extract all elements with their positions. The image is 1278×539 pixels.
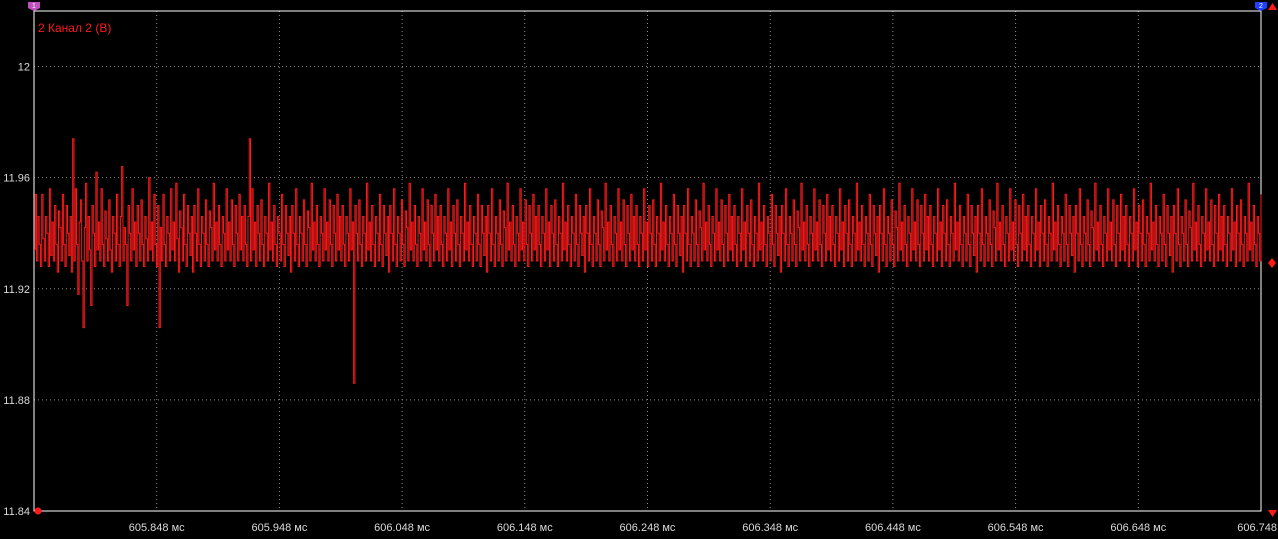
y-tick-label: 11.92: [3, 284, 30, 296]
x-tick-label: 606.248 мс: [620, 522, 676, 534]
y-tick-label: 11.84: [3, 506, 30, 518]
x-tick-label: 606.648 мс: [1110, 522, 1166, 534]
oscilloscope-chart: 11.8411.8811.9211.9612 605.848 мс 605.948…: [0, 0, 1278, 539]
x-tick-label: 606.548 мс: [988, 522, 1044, 534]
marker-2-label: 2: [1259, 3, 1263, 10]
x-tick-label: 606.448 мс: [865, 522, 921, 534]
x-tick-label: 606.348 мс: [742, 522, 798, 534]
marker-1-label: 1: [32, 3, 36, 10]
x-tick-label: 605.848 мс: [129, 522, 185, 534]
x-tick-label: 606.048 мс: [374, 522, 430, 534]
chart-background: [0, 0, 1278, 539]
x-tick-label: 606.748: [1237, 522, 1277, 534]
y-tick-label: 11.96: [3, 173, 30, 185]
circle-icon[interactable]: [34, 507, 42, 515]
x-tick-label: 605.948 мс: [251, 522, 307, 534]
channel-title: 2 Канал 2 (В): [38, 21, 111, 35]
x-tick-label: 606.148 мс: [497, 522, 553, 534]
y-tick-label: 11.88: [3, 395, 30, 407]
y-tick-label: 12: [18, 62, 30, 74]
